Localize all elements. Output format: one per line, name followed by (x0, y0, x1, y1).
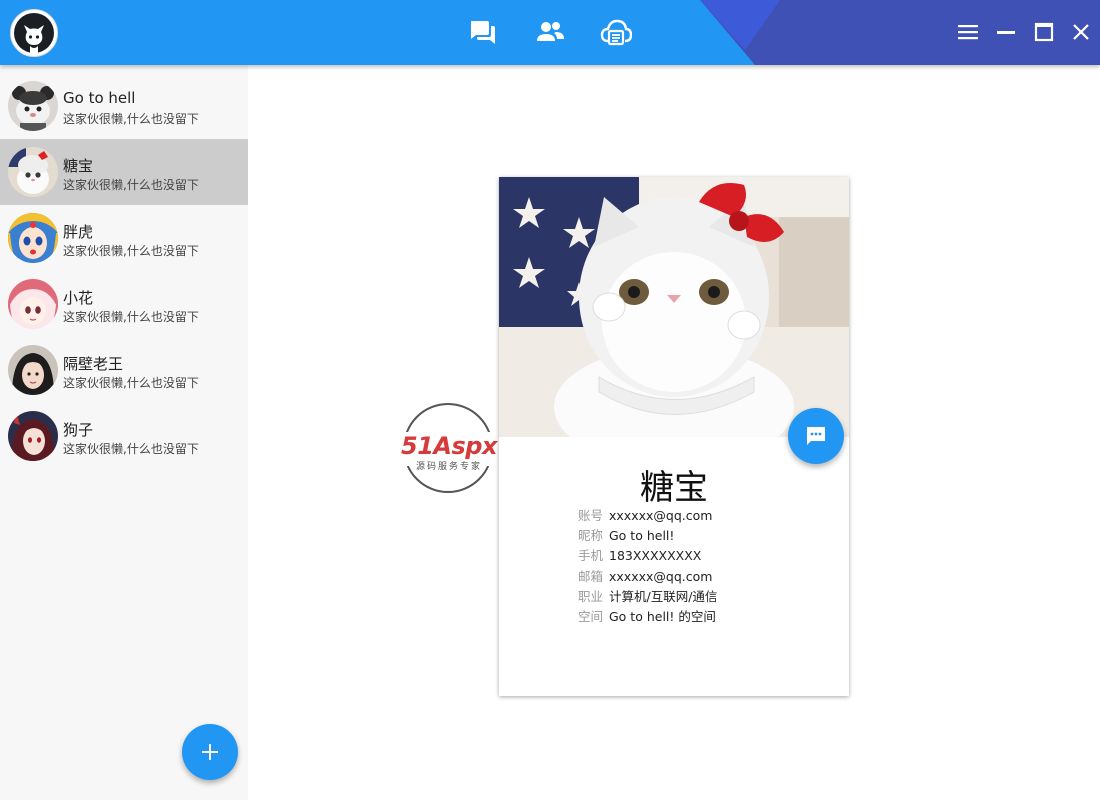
watermark-logo: 51Aspx 源码服务专家 (386, 402, 512, 494)
info-value: 183XXXXXXXX (609, 548, 702, 564)
contact-name: Go to hell (63, 89, 136, 107)
chat-icon[interactable] (467, 16, 499, 48)
contact-item-panghu[interactable]: 胖虎 这家伙很懒,什么也没留下 (0, 205, 248, 271)
maximize-icon[interactable] (1032, 20, 1056, 44)
info-value: xxxxxx@qq.com (609, 568, 713, 584)
info-label: 手机 (578, 548, 604, 564)
contact-name: 狗子 (63, 421, 94, 439)
avatar (8, 411, 58, 461)
info-value: xxxxxx@qq.com (609, 508, 713, 523)
send-message-button[interactable] (788, 408, 844, 464)
contact-item-tangbao[interactable]: 糖宝 这家伙很懒,什么也没留下 (0, 139, 248, 205)
close-icon[interactable] (1069, 20, 1093, 44)
contact-list: Go to hell 这家伙很懒,什么也没留下 糖宝 这家伙很懒,什么也没留下 (0, 65, 248, 800)
avatar (8, 213, 58, 263)
contact-item-gouzi[interactable]: 狗子 这家伙很懒,什么也没留下 (0, 403, 248, 469)
info-label: 空间 (578, 608, 604, 624)
avatar (8, 279, 58, 329)
profile-info: 账号 xxxxxx@qq.com 昵称 Go to hell! 手机 183XXXXX… (578, 505, 838, 626)
plus-icon (202, 744, 218, 760)
menu-icon[interactable] (956, 20, 980, 44)
info-row-account: 账号 xxxxxx@qq.com (578, 505, 838, 525)
info-label: 职业 (578, 588, 604, 604)
profile-photo (499, 177, 849, 437)
info-value: 计算机/互联网/通信 (609, 588, 718, 604)
info-label: 邮箱 (578, 568, 604, 584)
contact-item-xiaohua[interactable]: 小花 这家伙很懒,什么也没留下 (0, 271, 248, 337)
info-value: Go to hell! (609, 528, 675, 544)
contact-signature: 这家伙很懒,什么也没留下 (63, 112, 199, 126)
avatar (8, 345, 58, 395)
contact-signature: 这家伙很懒,什么也没留下 (63, 178, 199, 192)
info-label: 账号 (578, 508, 604, 523)
info-row-email: 邮箱 xxxxxx@qq.com (578, 566, 838, 586)
cloud-message-icon[interactable] (600, 16, 632, 48)
info-row-nickname: 昵称 Go to hell! (578, 525, 838, 545)
chat-bubble-icon (807, 427, 825, 445)
info-label: 昵称 (578, 528, 604, 544)
avatar (8, 81, 58, 131)
contact-item-gebi-laowang[interactable]: 隔壁老王 这家伙很懒,什么也没留下 (0, 337, 248, 403)
contact-name: 糖宝 (63, 157, 94, 175)
contact-signature: 这家伙很懒,什么也没留下 (63, 376, 199, 390)
minimize-icon[interactable] (994, 20, 1018, 44)
info-row-space: 空间 Go to hell! 的空间 (578, 606, 838, 626)
contact-name: 胖虎 (63, 223, 94, 241)
watermark-tagline: 源码服务专家 (415, 462, 482, 472)
contact-signature: 这家伙很懒,什么也没留下 (63, 310, 199, 324)
watermark-brand: 51Aspx (401, 432, 497, 460)
info-row-occupation: 职业 计算机/互联网/通信 (578, 586, 838, 606)
profile-name: 糖宝 (640, 468, 708, 508)
title-bar (0, 0, 1100, 65)
github-cat-icon[interactable] (10, 9, 58, 57)
add-contact-button[interactable] (182, 724, 238, 780)
contact-item-go-to-hell[interactable]: Go to hell 这家伙很懒,什么也没留下 (0, 73, 248, 139)
info-value[interactable]: Go to hell! 的空间 (609, 609, 716, 624)
info-row-phone: 手机 183XXXXXXXX (578, 545, 838, 565)
contact-name: 隔壁老王 (63, 355, 124, 373)
contact-signature: 这家伙很懒,什么也没留下 (63, 442, 199, 456)
profile-card: 糖宝 账号 xxxxxx@qq.com 昵称 Go to hell! 手机 183XX… (499, 177, 849, 696)
contact-signature: 这家伙很懒,什么也没留下 (63, 244, 199, 258)
avatar (8, 147, 58, 197)
contacts-icon[interactable] (534, 16, 566, 48)
contact-name: 小花 (63, 289, 94, 307)
